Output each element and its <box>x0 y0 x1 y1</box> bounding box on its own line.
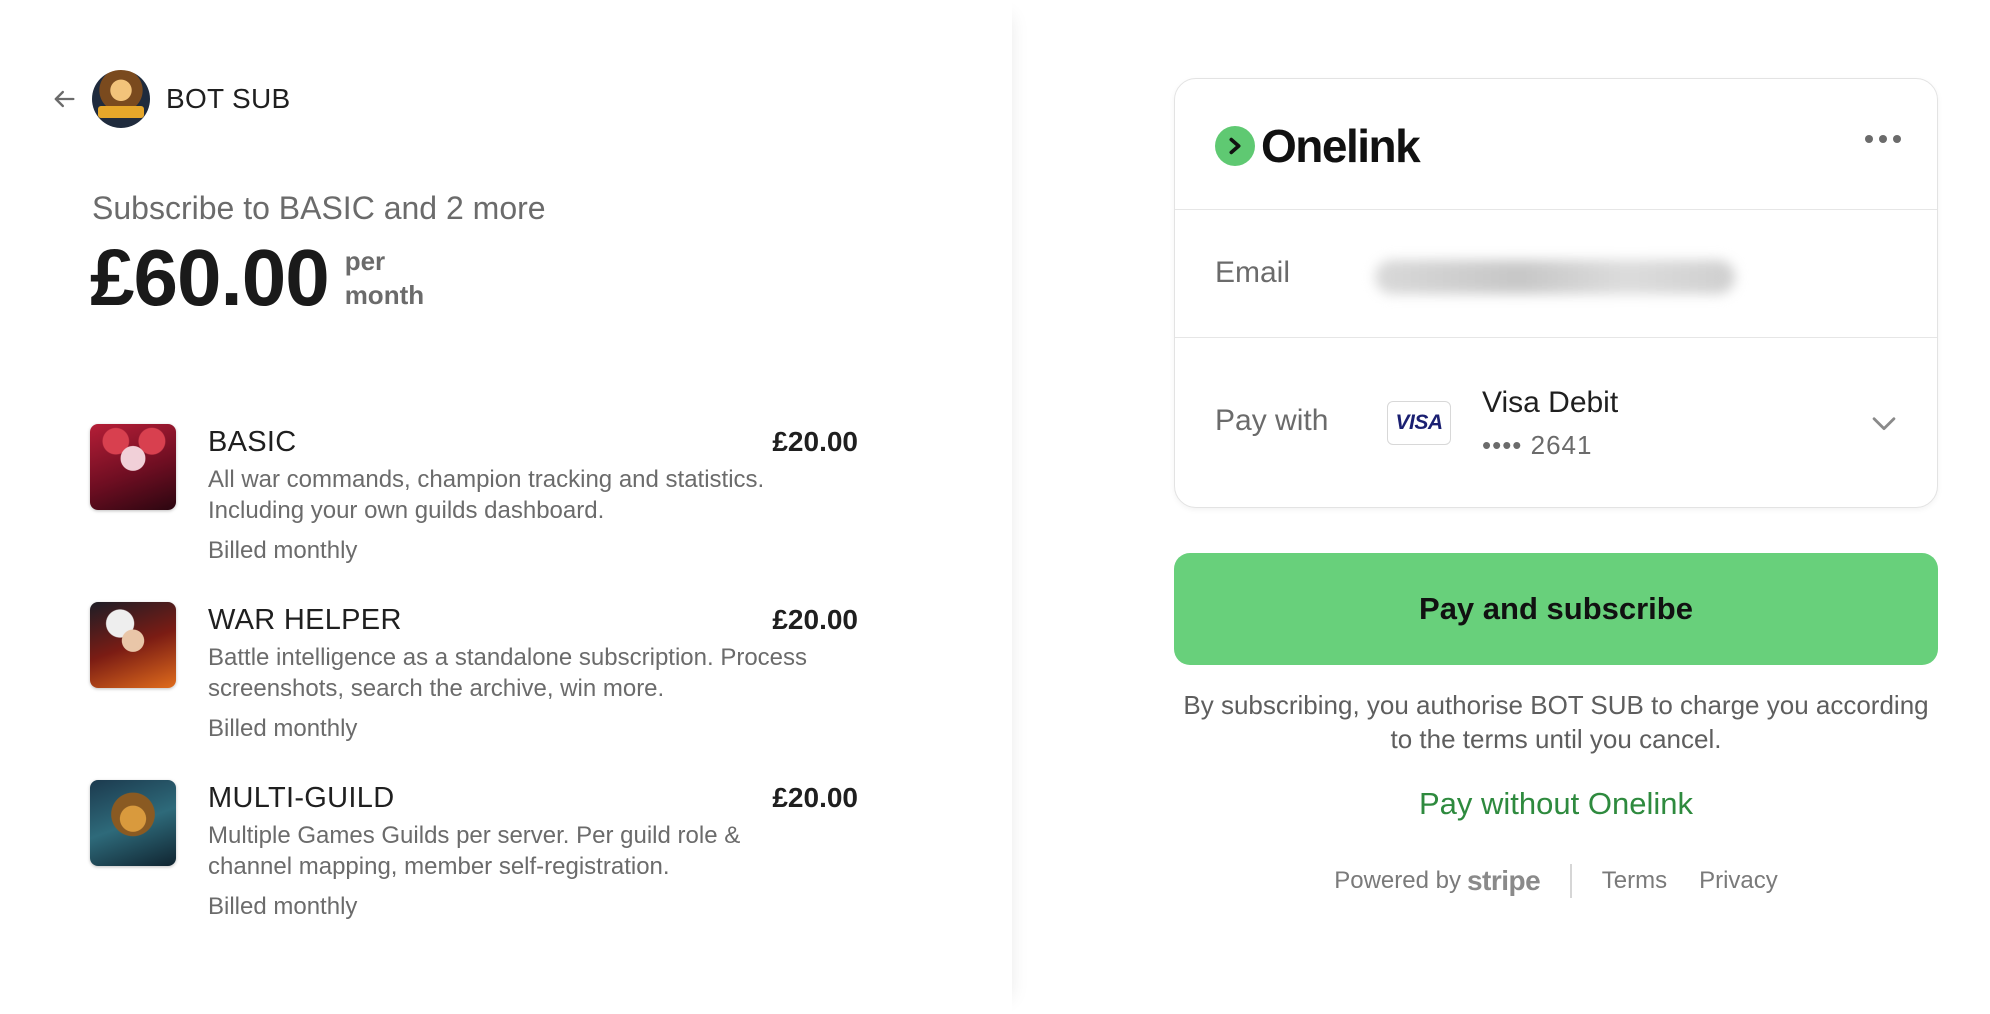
onelink-card: Onelink Email Pay with VISA Visa Debit •… <box>1174 78 1938 508</box>
terms-link[interactable]: Terms <box>1602 867 1667 895</box>
pay-with-label: Pay with <box>1215 404 1329 437</box>
onelink-logo: Onelink <box>1215 119 1421 173</box>
product-image <box>90 780 176 866</box>
product-image <box>90 424 176 510</box>
merchant-name: BOT SUB <box>166 83 291 114</box>
stripe-logo: stripe <box>1466 865 1541 896</box>
product-price: £20.00 <box>772 604 858 635</box>
powered-by-stripe[interactable]: Powered by stripe <box>1334 865 1541 897</box>
product-description: All war commands, champion tracking and … <box>208 466 765 524</box>
product-description: Multiple Games Guilds per server. Per gu… <box>208 822 741 880</box>
payment-panel: Onelink Email Pay with VISA Visa Debit •… <box>1012 0 1990 1014</box>
merchant-header: BOT SUB <box>50 70 291 128</box>
product-name: MULTI-GUILD <box>208 782 395 814</box>
subscribe-title: Subscribe to BASIC and 2 more <box>92 190 546 226</box>
legal-text: By subscribing, you authorise BOT SUB to… <box>1183 690 1929 754</box>
price-period-line2: month <box>344 280 425 310</box>
footer-divider <box>1570 864 1572 898</box>
billing-frequency: Billed monthly <box>208 715 358 742</box>
chevron-right-icon <box>1215 126 1255 166</box>
merchant-logo <box>92 70 150 128</box>
line-item: MULTI-GUILD £20.00 Multiple Games Guilds… <box>90 778 858 956</box>
chevron-down-icon[interactable] <box>1867 406 1901 440</box>
price-period: per month <box>345 244 445 312</box>
onelink-header: Onelink <box>1175 79 1937 210</box>
email-value-redacted[interactable] <box>1375 260 1735 294</box>
visa-card-icon: VISA <box>1387 401 1451 445</box>
product-name: BASIC <box>208 426 297 458</box>
powered-by-label: Powered by <box>1334 867 1461 894</box>
pay-and-subscribe-button[interactable]: Pay and subscribe <box>1174 553 1938 665</box>
total-price: £60.00 per month <box>90 232 445 324</box>
billing-frequency: Billed monthly <box>208 537 358 564</box>
billing-frequency: Billed monthly <box>208 893 358 920</box>
payment-method-row[interactable]: Pay with VISA Visa Debit •••• 2641 <box>1175 338 1937 506</box>
email-label: Email <box>1215 256 1291 289</box>
product-description: Battle intelligence as a standalone subs… <box>208 644 808 702</box>
email-row: Email <box>1175 210 1937 338</box>
pay-without-onelink-link[interactable]: Pay without Onelink <box>1174 786 1938 822</box>
line-items: BASIC £20.00 All war commands, champion … <box>90 422 858 956</box>
product-name: WAR HELPER <box>208 604 402 636</box>
footer: Powered by stripe Terms Privacy <box>1174 864 1938 898</box>
product-image <box>90 602 176 688</box>
privacy-link[interactable]: Privacy <box>1699 867 1778 895</box>
product-price: £20.00 <box>772 426 858 457</box>
product-price: £20.00 <box>772 782 858 813</box>
order-summary-panel: BOT SUB Subscribe to BASIC and 2 more £6… <box>0 0 1012 1014</box>
price-period-line1: per <box>344 246 386 276</box>
more-horizontal-icon[interactable] <box>1865 129 1901 149</box>
card-last4: •••• 2641 <box>1482 430 1593 460</box>
line-item: BASIC £20.00 All war commands, champion … <box>90 422 858 600</box>
line-item: WAR HELPER £20.00 Battle intelligence as… <box>90 600 858 778</box>
checkout-page: BOT SUB Subscribe to BASIC and 2 more £6… <box>0 0 1990 1014</box>
arrow-left-icon[interactable] <box>50 85 78 113</box>
onelink-brand-name: Onelink <box>1261 120 1421 172</box>
card-brand: Visa Debit <box>1482 386 1619 419</box>
price-amount: £60.00 <box>90 233 330 322</box>
